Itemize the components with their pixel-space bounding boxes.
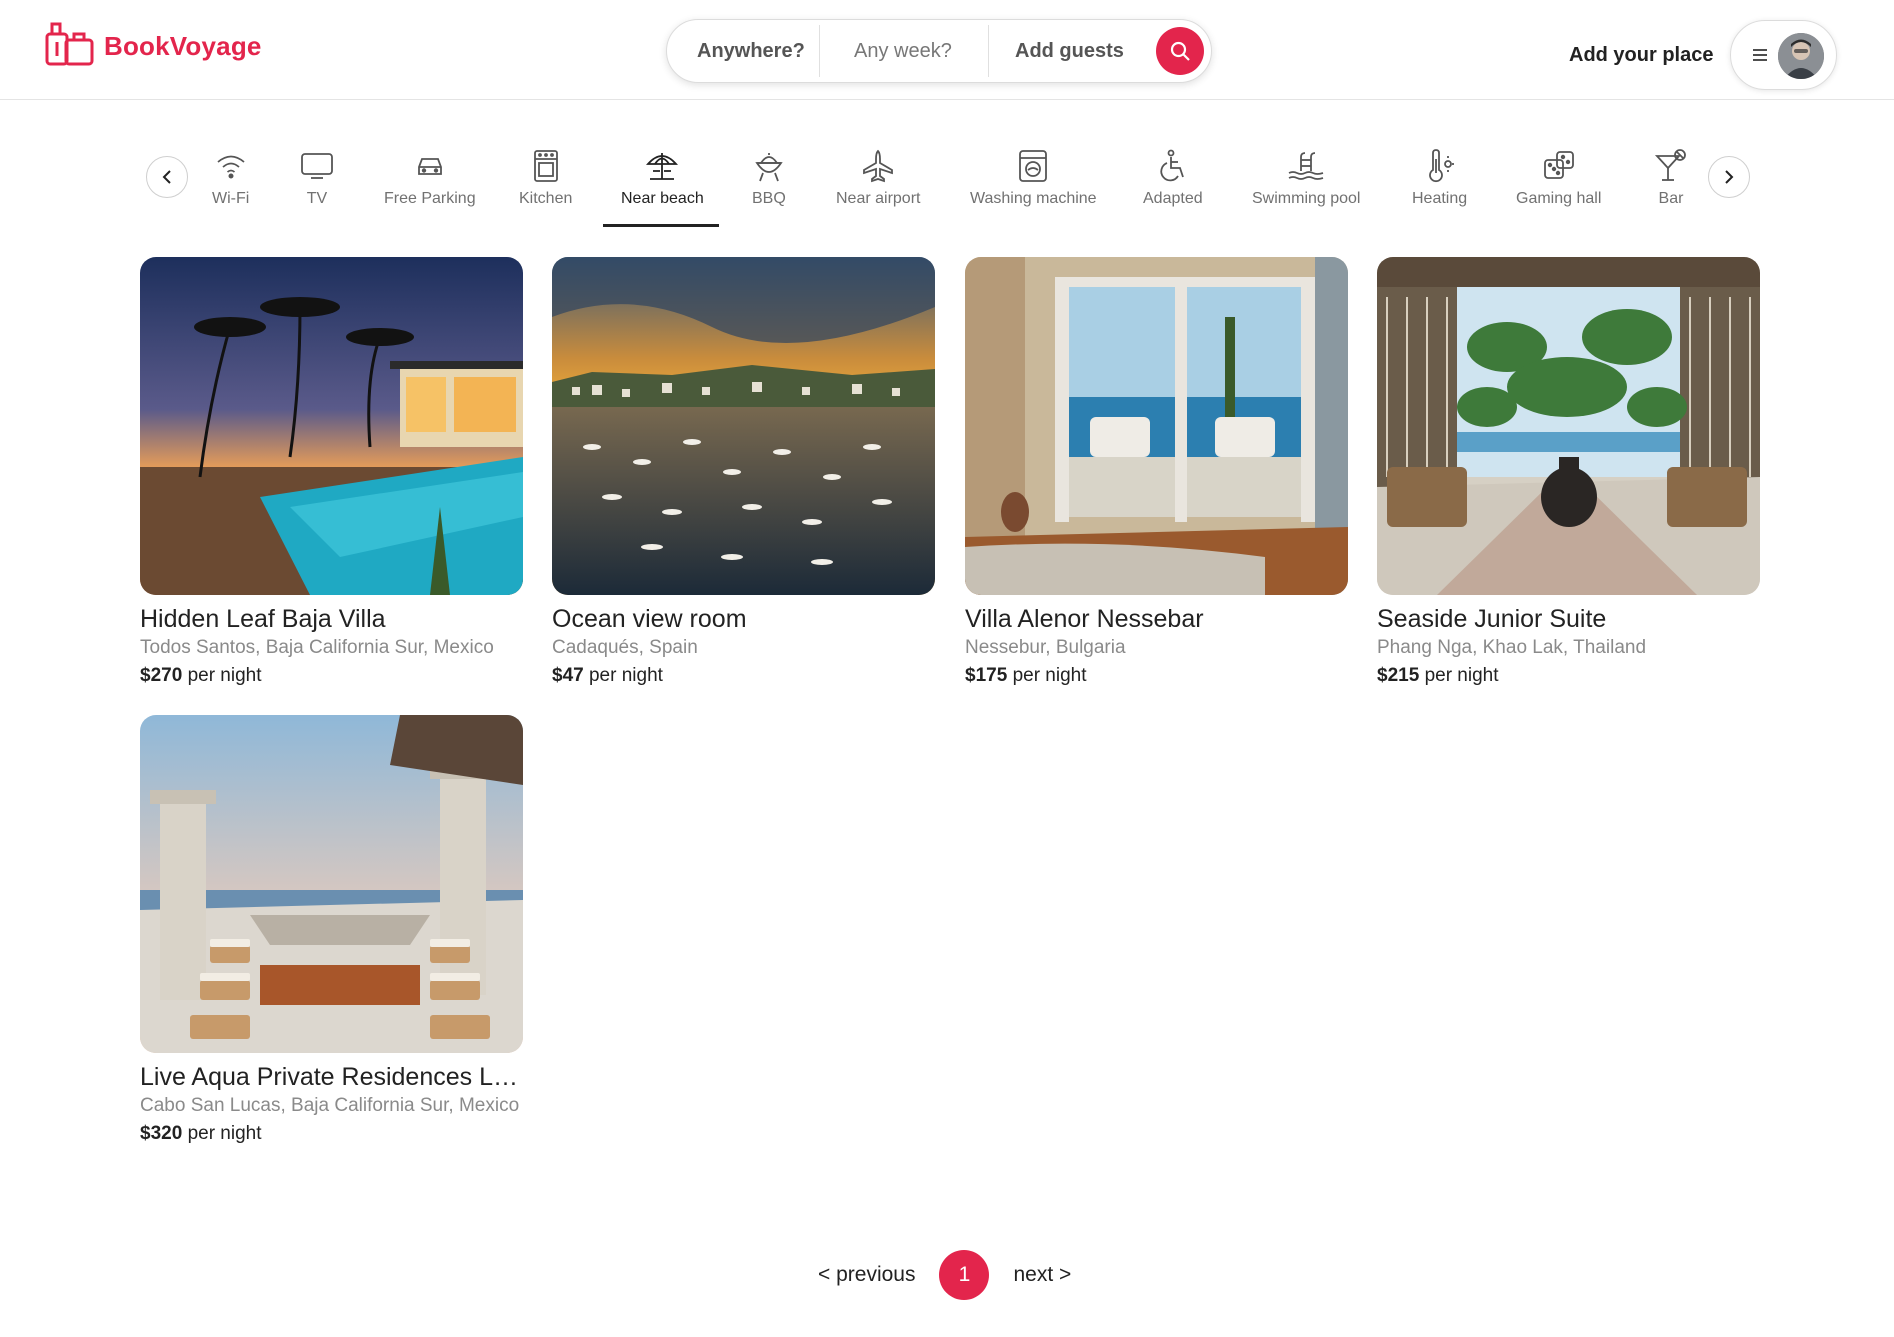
cocktail-icon (1654, 148, 1688, 184)
beach-umbrella-icon (645, 148, 679, 184)
wifi-icon (215, 148, 247, 184)
active-category-indicator (603, 224, 719, 227)
price-amount: $270 (140, 665, 183, 686)
price-unit: per night (187, 1123, 262, 1144)
listing-photo[interactable] (140, 715, 523, 1053)
listing-location: Nessebur, Bulgaria (965, 637, 1126, 658)
price-unit: per night (588, 665, 663, 686)
pool-ladder-icon (1287, 148, 1325, 184)
category-gaming-hall[interactable]: Gaming hall (1516, 148, 1601, 208)
price-unit: per night (1424, 665, 1499, 686)
suitcase-icon (44, 20, 96, 73)
listing-card[interactable]: Ocean view room Cadaqués, Spain $47 per … (552, 257, 935, 687)
price-unit: per night (1012, 665, 1087, 686)
wheelchair-icon (1158, 148, 1188, 184)
hamburger-icon (1753, 49, 1767, 61)
listing-location: Cabo San Lucas, Baja California Sur, Mex… (140, 1095, 520, 1116)
previous-page-link[interactable]: < previous (818, 1263, 915, 1287)
listing-title: Villa Alenor Nessebar (965, 605, 1204, 633)
category-bar[interactable]: Bar (1654, 148, 1688, 208)
listing-photo[interactable] (1377, 257, 1760, 595)
price-amount: $47 (552, 665, 584, 686)
category-kitchen[interactable]: Kitchen (519, 148, 572, 208)
dice-icon (1543, 148, 1575, 184)
listing-price: $320 per night (140, 1123, 523, 1145)
listing-location: Phang Nga, Khao Lak, Thailand (1377, 637, 1647, 658)
listing-card[interactable]: Live Aqua Private Residences Los Cabos C… (140, 715, 523, 1145)
brand-name: BookVoyage (104, 31, 262, 61)
listing-photo[interactable] (552, 257, 935, 595)
chevron-left-icon (162, 170, 171, 184)
thermometer-icon (1424, 148, 1456, 184)
category-heating[interactable]: Heating (1412, 148, 1467, 208)
listing-title: Live Aqua Private Residences Los Cabos (140, 1063, 523, 1091)
category-bbq[interactable]: BBQ (752, 148, 786, 208)
page-number-current[interactable]: 1 (939, 1250, 990, 1300)
price-amount: $175 (965, 665, 1008, 686)
search-guests-button[interactable]: Add guests (989, 20, 1157, 82)
oven-icon (532, 148, 560, 184)
category-near-beach[interactable]: Near beach (621, 148, 704, 208)
next-page-link[interactable]: next > (1013, 1263, 1071, 1287)
category-free-parking[interactable]: Free Parking (384, 148, 476, 208)
search-where-button[interactable]: Anywhere? (667, 20, 819, 82)
category-filter-bar: Wi-Fi TV Free Parking Kitchen Near beach… (146, 140, 1754, 230)
pagination: < previous 1 next > (818, 1250, 1071, 1300)
grill-icon (753, 148, 785, 184)
listing-photo[interactable] (965, 257, 1348, 595)
chevron-right-icon (1725, 170, 1734, 184)
category-adapted[interactable]: Adapted (1143, 148, 1203, 208)
listing-location: Cadaqués, Spain (552, 637, 698, 658)
add-your-place-link[interactable]: Add your place (1569, 44, 1713, 67)
search-button[interactable] (1156, 27, 1204, 75)
listing-price: $270 per night (140, 665, 523, 687)
brand-logo[interactable]: BookVoyage (44, 20, 262, 73)
listing-title: Ocean view room (552, 605, 747, 633)
category-washing-machine[interactable]: Washing machine (970, 148, 1097, 208)
price-amount: $215 (1377, 665, 1420, 686)
listing-title: Hidden Leaf Baja Villa (140, 605, 386, 633)
category-wifi[interactable]: Wi-Fi (212, 148, 249, 208)
price-unit: per night (187, 665, 262, 686)
avatar (1778, 33, 1824, 79)
price-amount: $320 (140, 1123, 183, 1144)
category-swimming-pool[interactable]: Swimming pool (1252, 148, 1360, 208)
listing-title: Seaside Junior Suite (1377, 605, 1607, 633)
listing-card[interactable]: Seaside Junior Suite Phang Nga, Khao Lak… (1377, 257, 1760, 687)
header: BookVoyage Anywhere? Any week? Add guest… (0, 0, 1894, 100)
washing-machine-icon (1018, 148, 1048, 184)
listing-location: Todos Santos, Baja California Sur, Mexic… (140, 637, 494, 658)
listing-price: $47 per night (552, 665, 935, 687)
listing-photo[interactable] (140, 257, 523, 595)
user-menu-button[interactable] (1730, 20, 1837, 90)
search-icon (1170, 41, 1190, 61)
category-near-airport[interactable]: Near airport (836, 148, 920, 208)
listing-card[interactable]: Villa Alenor Nessebar Nessebur, Bulgaria… (965, 257, 1348, 687)
categories-next-button[interactable] (1708, 156, 1750, 198)
airplane-icon (861, 148, 895, 184)
tv-icon (300, 148, 334, 184)
listing-price: $175 per night (965, 665, 1348, 687)
category-tv[interactable]: TV (300, 148, 334, 208)
categories-prev-button[interactable] (146, 156, 188, 198)
search-bar: Anywhere? Any week? Add guests (666, 19, 1212, 83)
listing-price: $215 per night (1377, 665, 1760, 687)
car-icon (415, 148, 445, 184)
listing-card[interactable]: Hidden Leaf Baja Villa Todos Santos, Baj… (140, 257, 523, 687)
search-when-button[interactable]: Any week? (820, 20, 988, 82)
